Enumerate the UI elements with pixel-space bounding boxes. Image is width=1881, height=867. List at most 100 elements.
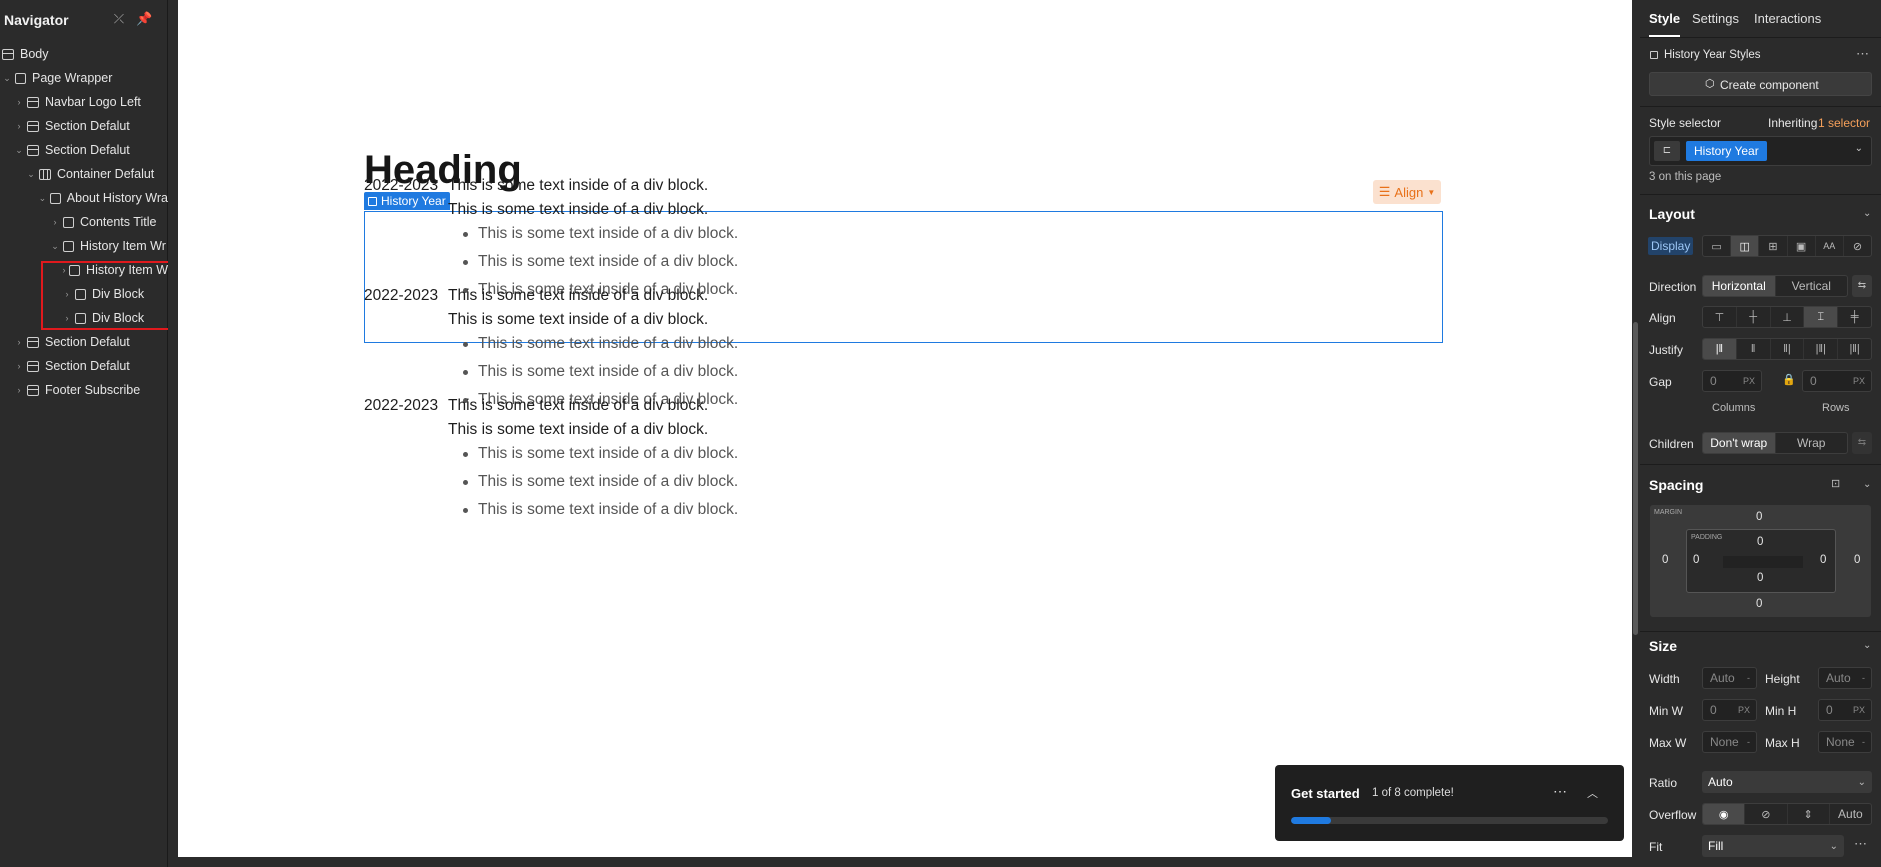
align-center-icon[interactable]: ┼ — [1737, 307, 1771, 327]
navigator-item[interactable]: › Navbar Logo Left — [14, 90, 168, 114]
navigator-item[interactable]: › Section Defalut — [14, 114, 168, 138]
ratio-select[interactable]: Auto ⌄ — [1702, 771, 1872, 793]
maxw-unit[interactable]: - — [1747, 737, 1750, 747]
chevron-down-icon[interactable]: ⌄ — [1863, 479, 1871, 490]
minh-input[interactable]: 0 PX — [1818, 699, 1872, 721]
list-item[interactable]: This is some text inside of a div block. — [462, 501, 738, 529]
align-toggle[interactable]: ⊤ ┼ ⊥ ⌶ ╪ — [1702, 306, 1872, 328]
navigator-item[interactable]: ⌄ Container Defalut — [26, 162, 168, 186]
overflow-auto[interactable]: Auto — [1830, 804, 1871, 824]
chevron-right-icon[interactable]: › — [50, 217, 60, 227]
history-text[interactable]: This is some text inside of a div block. — [448, 177, 708, 195]
margin-bottom[interactable]: 0 — [1756, 598, 1762, 610]
align-button[interactable]: ☰ Align ▼ — [1373, 180, 1441, 204]
gap-rows-input[interactable]: 0 PX — [1802, 370, 1872, 392]
lock-icon[interactable]: 🔒 — [1782, 373, 1796, 386]
list-item[interactable]: This is some text inside of a div block. — [462, 335, 738, 363]
canvas-scrollbar[interactable] — [1632, 0, 1640, 867]
display-toggle[interactable]: ▭ ◫ ⊞ ▣ AA ⊘ — [1702, 235, 1872, 257]
padding-top[interactable]: 0 — [1757, 536, 1763, 548]
inheriting-count[interactable]: 1 selector — [1818, 116, 1870, 130]
align-end-icon[interactable]: ⊥ — [1771, 307, 1805, 327]
gap-columns-input[interactable]: 0 PX — [1702, 370, 1762, 392]
navigator-item[interactable]: ⌄ Section Defalut — [14, 138, 168, 162]
overflow-scroll-icon[interactable]: ⇕ — [1788, 804, 1830, 824]
history-text[interactable]: This is some text inside of a div block. — [448, 201, 708, 219]
overflow-visible-icon[interactable]: ◉ — [1703, 804, 1746, 824]
width-unit[interactable]: - — [1747, 673, 1750, 683]
children-dont-wrap[interactable]: Don't wrap — [1703, 433, 1776, 453]
padding-bottom[interactable]: 0 — [1757, 572, 1763, 584]
navigator-item[interactable]: › Contents Title — [50, 210, 168, 234]
tab-style[interactable]: Style — [1649, 11, 1681, 37]
margin-left[interactable]: 0 — [1662, 554, 1668, 566]
collapse-icon[interactable]: ⤫ — [112, 12, 126, 26]
chevron-down-icon[interactable]: ⌄ — [38, 193, 47, 204]
list-item[interactable]: This is some text inside of a div block. — [462, 445, 738, 473]
list-item[interactable]: This is some text inside of a div block. — [462, 473, 738, 501]
chevron-right-icon[interactable]: › — [14, 361, 24, 371]
justify-around-icon[interactable]: |‖| — [1838, 339, 1871, 359]
history-year[interactable]: 2022-2023 — [364, 287, 438, 305]
list-item[interactable]: This is some text inside of a div block. — [462, 363, 738, 391]
size-title[interactable]: Size — [1649, 638, 1677, 654]
padding-right[interactable]: 0 — [1820, 554, 1826, 566]
tab-settings[interactable]: Settings — [1692, 11, 1739, 26]
more-icon[interactable]: ⋯ — [1856, 46, 1869, 62]
display-flex-icon[interactable]: ◫ — [1731, 236, 1760, 256]
overflow-hidden-icon[interactable]: ⊘ — [1745, 804, 1788, 824]
create-component-button[interactable]: ⬡ Create component — [1649, 72, 1872, 96]
history-text[interactable]: This is some text inside of a div block. — [448, 287, 708, 305]
chevron-right-icon[interactable]: › — [14, 337, 24, 347]
design-canvas[interactable]: Heading History Year ☰ Align ▼ 2022-2023… — [178, 0, 1632, 857]
justify-between-icon[interactable]: |‖| — [1804, 339, 1839, 359]
maxw-input[interactable]: None - — [1702, 731, 1757, 753]
display-inline-icon[interactable]: AA — [1816, 236, 1844, 256]
pin-icon[interactable]: 📌 — [136, 12, 152, 26]
justify-end-icon[interactable]: ‖| — [1771, 339, 1805, 359]
width-input[interactable]: Auto - — [1702, 667, 1757, 689]
navigator-item[interactable]: ⌄ History Item Wr — [50, 234, 168, 258]
display-grid-icon[interactable]: ⊞ — [1759, 236, 1788, 256]
selector-chip[interactable]: History Year — [1686, 141, 1767, 161]
direction-toggle[interactable]: Horizontal Vertical — [1702, 275, 1848, 297]
list-item[interactable]: This is some text inside of a div block. — [462, 225, 738, 253]
maxh-unit[interactable]: - — [1862, 737, 1865, 747]
gap-rows-unit[interactable]: PX — [1853, 376, 1865, 386]
margin-top[interactable]: 0 — [1756, 511, 1762, 523]
history-text[interactable]: This is some text inside of a div block. — [448, 397, 708, 415]
reverse-wrap-icon[interactable]: ⇆ — [1852, 432, 1872, 454]
navigator-item[interactable]: ⌄ Page Wrapper — [2, 66, 168, 90]
tab-interactions[interactable]: Interactions — [1754, 11, 1821, 26]
navigator-item[interactable]: › Footer Subscribe — [14, 378, 168, 402]
chevron-down-icon[interactable]: ⌄ — [2, 73, 12, 84]
navigator-item[interactable]: › Section Defalut — [14, 354, 168, 378]
chevron-down-icon[interactable]: ⌄ — [1863, 640, 1871, 651]
scrollbar-thumb[interactable] — [1633, 322, 1638, 635]
padding-left[interactable]: 0 — [1693, 554, 1699, 566]
children-wrap-toggle[interactable]: Don't wrap Wrap — [1702, 432, 1848, 454]
height-unit[interactable]: - — [1862, 673, 1865, 683]
chevron-down-icon[interactable]: ⌄ — [1855, 143, 1863, 154]
maxh-input[interactable]: None - — [1818, 731, 1872, 753]
gap-columns-unit[interactable]: PX — [1743, 376, 1755, 386]
direction-horizontal[interactable]: Horizontal — [1703, 276, 1776, 296]
history-text[interactable]: This is some text inside of a div block. — [448, 311, 708, 329]
minh-unit[interactable]: PX — [1853, 705, 1865, 715]
children-wrap[interactable]: Wrap — [1776, 433, 1848, 453]
margin-right[interactable]: 0 — [1854, 554, 1860, 566]
navigator-item[interactable]: › Section Defalut — [14, 330, 168, 354]
navigator-item[interactable]: Body — [2, 42, 168, 66]
reverse-icon[interactable]: ⇆ — [1852, 275, 1872, 297]
chevron-down-icon[interactable]: ⌄ — [26, 169, 36, 180]
chevron-right-icon[interactable]: › — [14, 121, 24, 131]
get-started-widget[interactable]: Get started 1 of 8 complete! ⋯ ︿ — [1275, 765, 1624, 841]
list-item[interactable]: This is some text inside of a div block. — [462, 253, 738, 281]
height-input[interactable]: Auto - — [1818, 667, 1872, 689]
display-inline-block-icon[interactable]: ▣ — [1788, 236, 1816, 256]
display-none-icon[interactable]: ⊘ — [1844, 236, 1871, 256]
chevron-right-icon[interactable]: › — [14, 385, 24, 395]
align-stretch-icon[interactable]: ⌶ — [1804, 307, 1839, 327]
chevron-down-icon[interactable]: ⌄ — [1863, 208, 1871, 219]
more-icon[interactable]: ⋯ — [1854, 836, 1867, 852]
